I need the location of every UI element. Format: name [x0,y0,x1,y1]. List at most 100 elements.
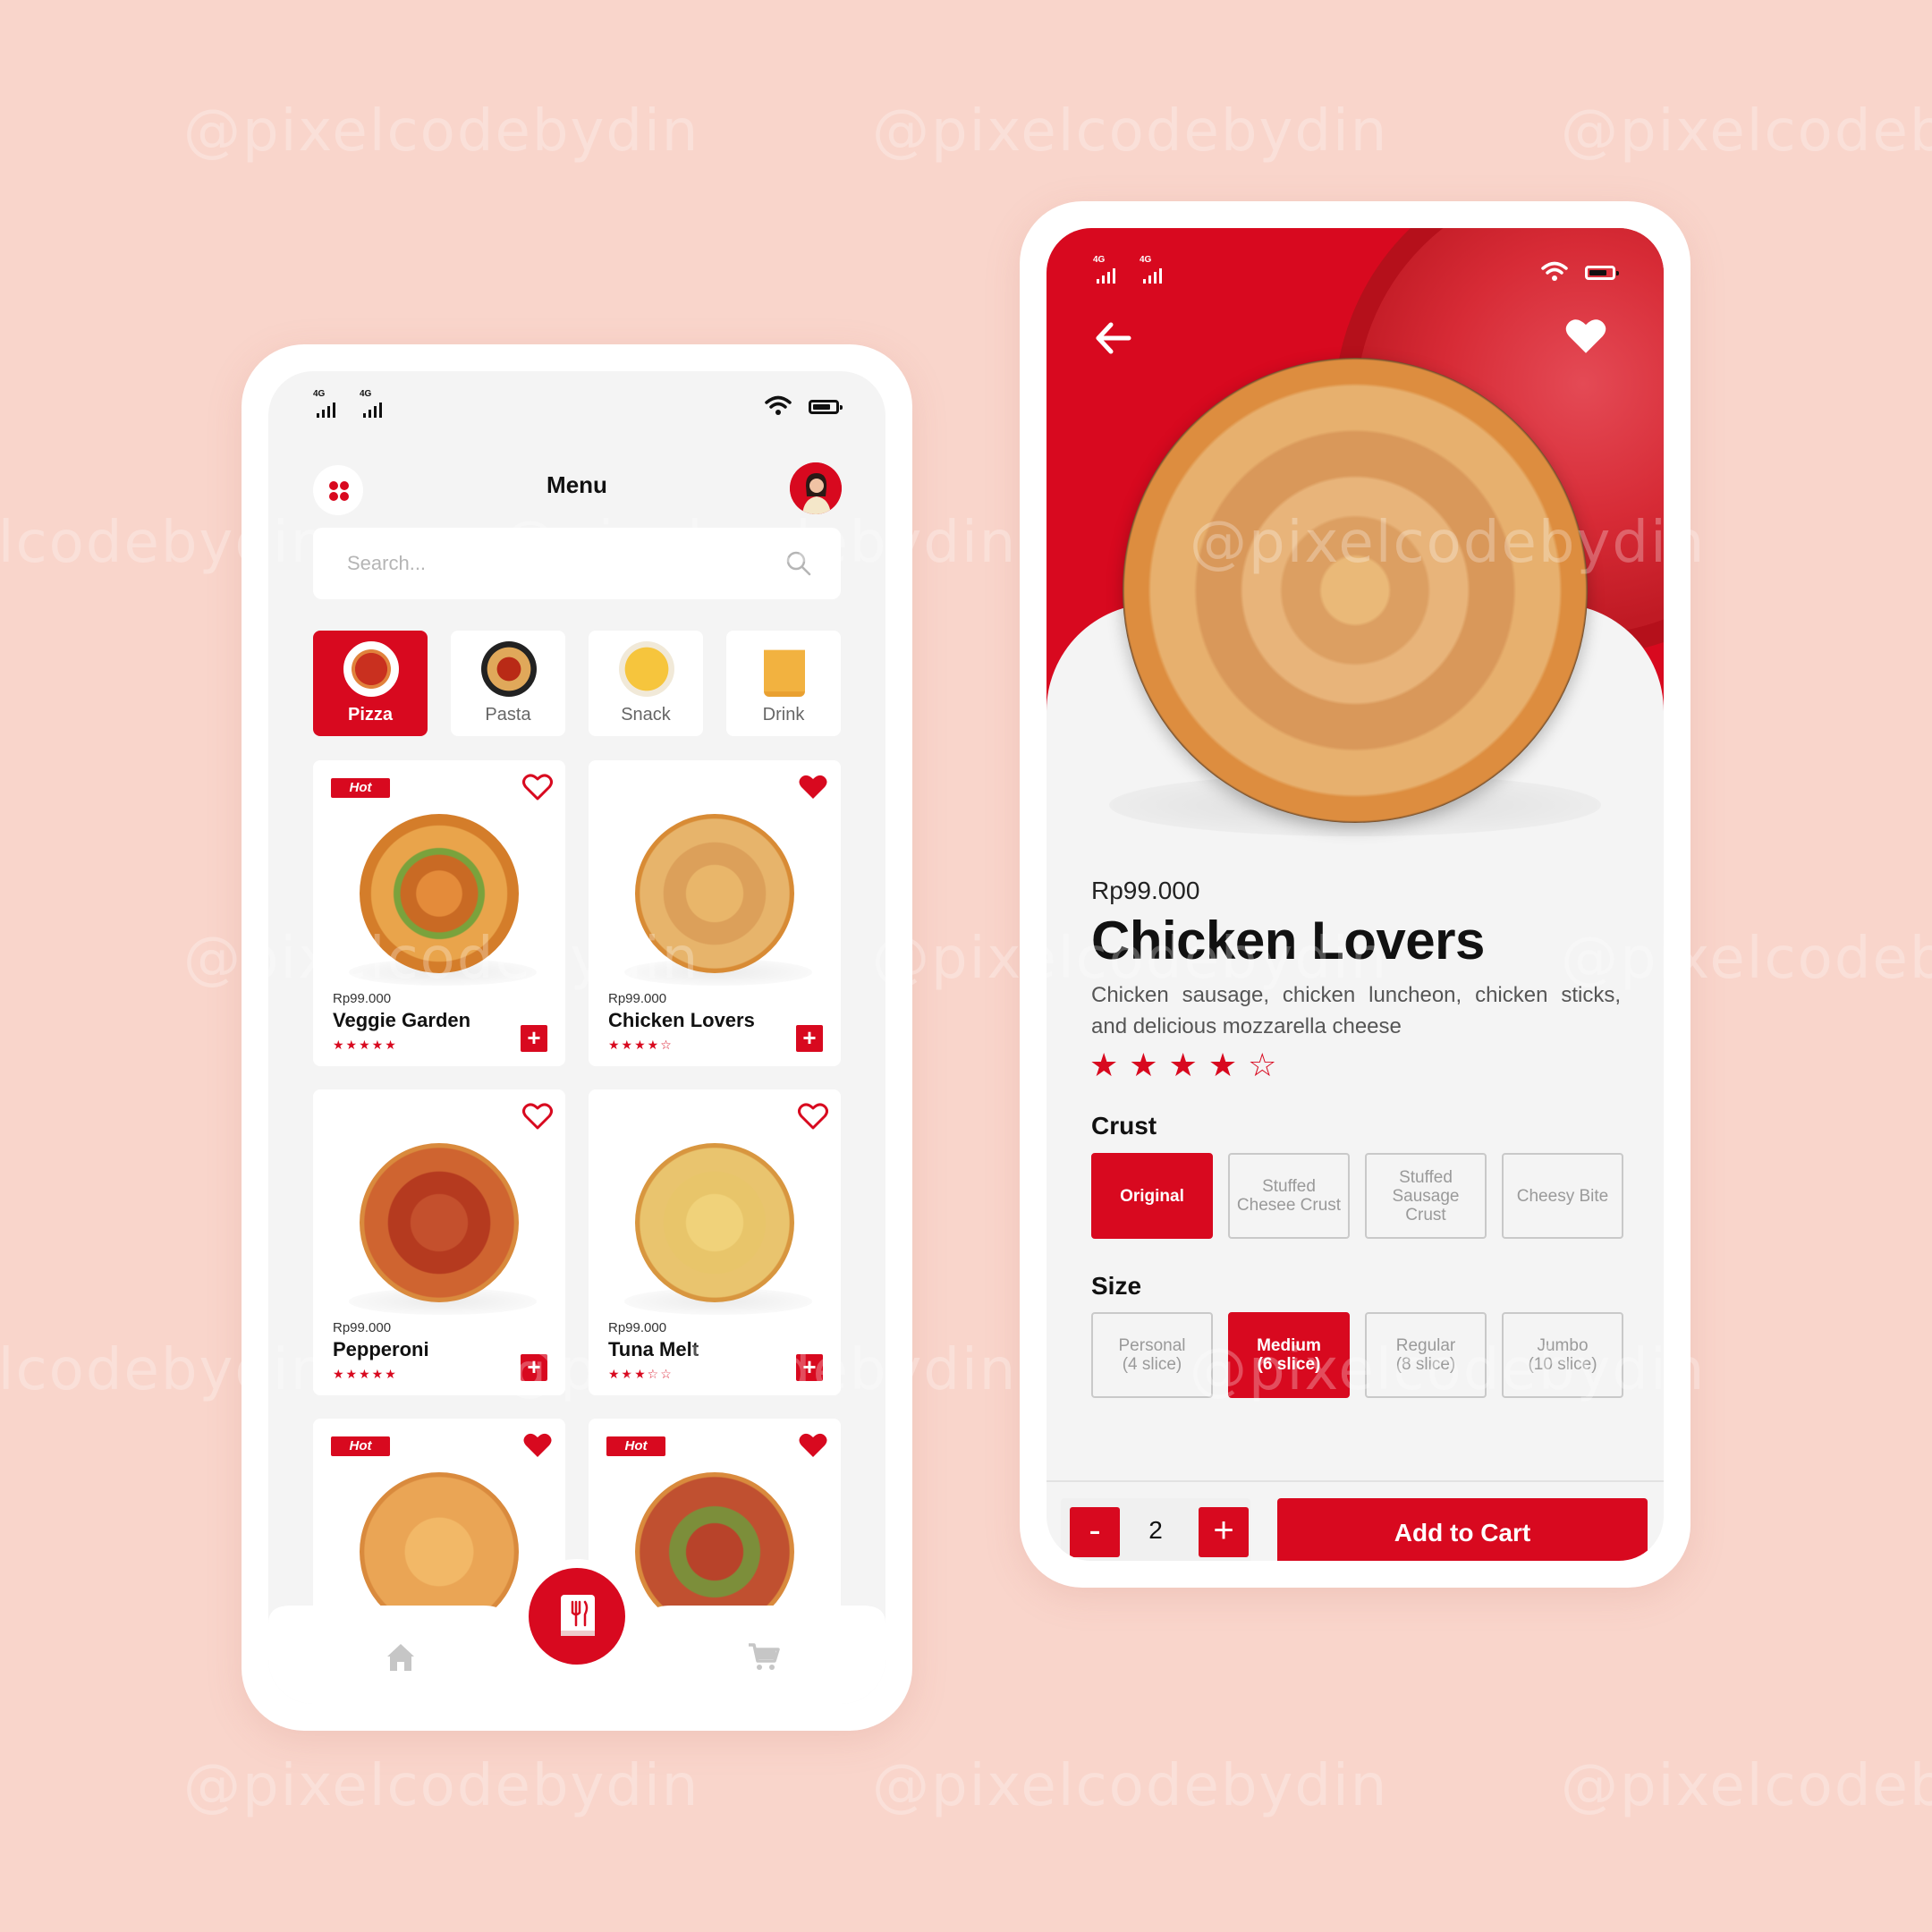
product-price: Rp99.000 [1091,877,1200,904]
crust-option-stuffed-cheese[interactable]: Stuffed Chesee Crust [1228,1153,1350,1239]
product-card[interactable]: Rp99.000 Tuna Melt ★★★☆☆ + [589,1089,841,1395]
wifi-icon [1541,261,1568,281]
signal-icon: 4G [1093,255,1120,285]
product-description: Chicken sausage, chicken luncheon, chick… [1091,983,1621,1038]
size-heading: Size [1091,1272,1142,1300]
product-price: Rp99.000 [333,991,392,1006]
snack-category-image [619,641,674,697]
hot-badge: Hot [606,1436,665,1456]
size-option-name: Personal [1118,1336,1186,1355]
add-button[interactable]: + [521,1354,547,1381]
veggie-garden-pizza-image [360,814,519,973]
category-label: Pizza [347,705,394,724]
increase-quantity-button[interactable]: + [1199,1507,1249,1557]
size-option-personal[interactable]: Personal (4 slice) [1091,1312,1213,1398]
size-option-name: Jumbo [1537,1336,1589,1355]
product-card[interactable]: Rp99.000 Chicken Lovers ★★★★☆ + [589,760,841,1066]
product-card[interactable]: Rp99.000 Pepperoni ★★★★★ + [313,1089,565,1395]
quantity-stepper: - 2 + [1061,1498,1250,1561]
chicken-lovers-pizza-image [1123,358,1588,823]
avatar[interactable] [790,462,842,514]
drink-category-image [764,641,805,697]
product-price: Rp99.000 [608,991,667,1006]
status-bar: 4G 4G [268,371,886,443]
heart-outline-icon[interactable] [522,1102,553,1131]
category-snack[interactable]: Snack [589,631,703,736]
wifi-icon [765,395,792,415]
watermark: @pixelcodebydin [1561,1753,1932,1819]
size-option-name: Medium [1257,1336,1321,1355]
menu-book-button-inner [529,1568,625,1665]
hot-badge: Hot [331,778,390,798]
product-name: Tuna Melt [608,1338,699,1360]
menu-phone: 4G 4G Menu Search... Pizza Pasta Snack D… [242,344,912,1731]
watermark: @pixelcodebydin [872,1753,1389,1819]
product-price: Rp99.000 [333,1320,392,1335]
signal-icon: 4G [313,389,340,419]
product-name: Chicken Lovers [1091,911,1485,970]
category-pasta[interactable]: Pasta [451,631,565,736]
grid-dot [329,481,338,490]
pasta-category-image [481,641,537,697]
cart-icon[interactable] [747,1641,781,1674]
rating-stars: ★★★★☆ [1089,1046,1288,1083]
pepperoni-pizza-image [360,1143,519,1302]
rating-stars: ★★★☆☆ [608,1367,674,1381]
menu-grid-button[interactable] [313,465,363,515]
favorite-heart-icon[interactable] [1563,316,1608,357]
size-option-slices: (10 slice) [1528,1355,1597,1374]
product-name: Chicken Lovers [608,1009,755,1031]
menu-book-icon [561,1595,595,1636]
category-drink[interactable]: Drink [726,631,841,736]
signal-icon: 4G [360,389,386,419]
watermark: @pixelcodebydin [1561,98,1932,165]
product-name: Pepperoni [333,1338,429,1360]
signal-icon: 4G [1140,255,1166,285]
product-price: Rp99.000 [608,1320,667,1335]
tuna-melt-pizza-image [635,1143,794,1302]
size-option-name: Regular [1395,1336,1456,1355]
product-card[interactable]: Hot Rp99.000 Veggie Garden ★★★★★ + [313,760,565,1066]
grid-dot [340,481,349,490]
heart-outline-icon[interactable] [522,773,553,801]
heart-filled-icon[interactable] [798,1431,828,1460]
crust-heading: Crust [1091,1112,1157,1140]
menu-book-button[interactable] [520,1559,634,1674]
search-input[interactable] [313,528,841,599]
search-icon[interactable] [785,550,812,577]
add-to-cart-button[interactable]: Add to Cart [1277,1498,1648,1561]
size-option-jumbo[interactable]: Jumbo (10 slice) [1502,1312,1623,1398]
hot-badge: Hot [331,1436,390,1456]
heart-filled-icon[interactable] [798,773,828,801]
quantity-value: 2 [1148,1516,1163,1544]
avatar-illustration [790,462,842,514]
home-icon[interactable] [385,1641,417,1674]
rating-stars: ★★★★☆ [608,1038,674,1052]
add-button[interactable]: + [796,1354,823,1381]
size-option-medium[interactable]: Medium (6 slice) [1228,1312,1350,1398]
add-button[interactable]: + [796,1025,823,1052]
heart-filled-icon[interactable] [522,1431,553,1460]
crust-option-stuffed-sausage[interactable]: Stuffed Sausage Crust [1365,1153,1487,1239]
page-title: Menu [547,471,607,498]
watermark: @pixelcodebydin [183,98,700,165]
category-pizza[interactable]: Pizza [313,631,428,736]
detail-phone: 4G 4G Rp99.000 Chicken Lovers Chicken sa… [1020,201,1690,1588]
crust-option-cheesy-bite[interactable]: Cheesy Bite [1502,1153,1623,1239]
rating-stars: ★★★★★ [333,1038,398,1052]
category-label: Snack [621,705,671,724]
divider [1046,1480,1664,1482]
size-option-slices: (8 slice) [1395,1355,1456,1374]
size-option-slices: (6 slice) [1257,1355,1321,1374]
battery-icon [1585,266,1619,280]
search-bar [313,528,841,599]
add-button[interactable]: + [521,1025,547,1052]
rating-stars: ★★★★★ [333,1367,398,1381]
heart-outline-icon[interactable] [798,1102,828,1131]
grid-dot [340,492,349,501]
crust-option-original[interactable]: Original [1091,1153,1213,1239]
chicken-lovers-pizza-image [635,814,794,973]
back-arrow-icon[interactable] [1093,318,1134,359]
watermark: @pixelcodebydin [872,98,1389,165]
size-option-regular[interactable]: Regular (8 slice) [1365,1312,1487,1398]
